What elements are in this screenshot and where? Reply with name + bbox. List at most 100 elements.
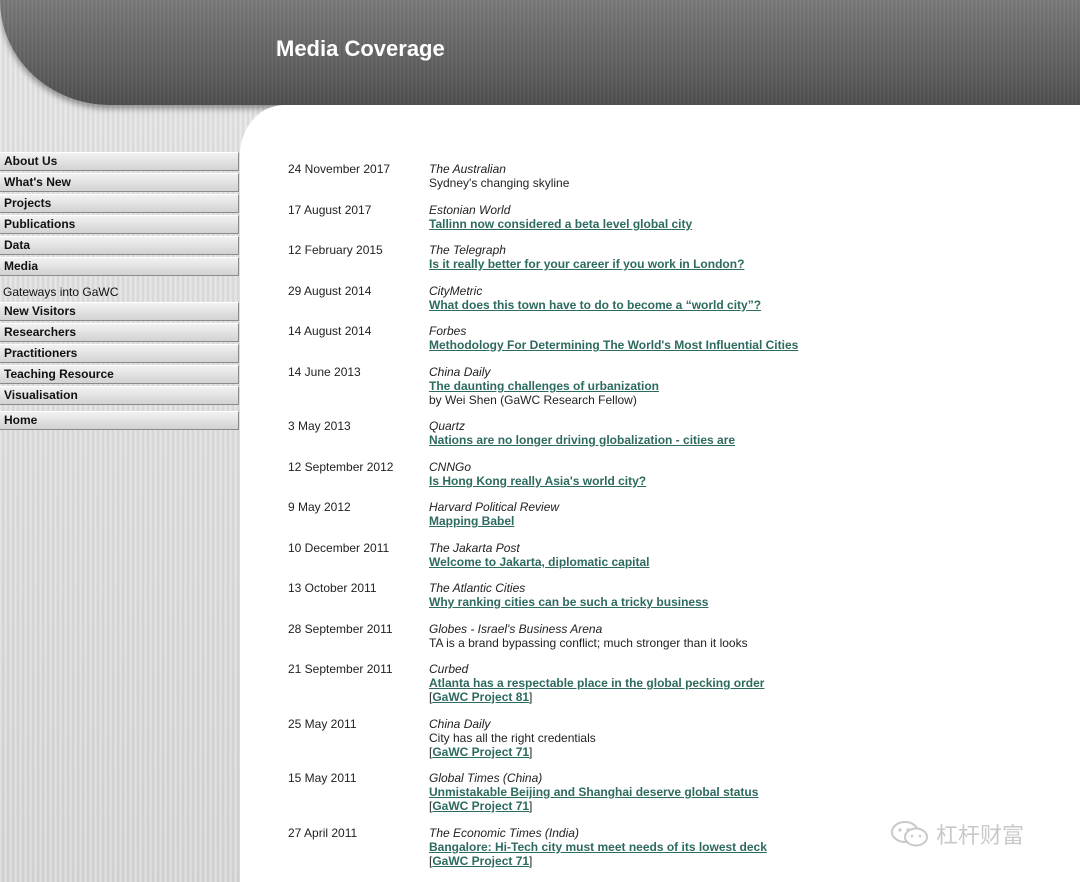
nav-publications[interactable]: Publications [0, 215, 239, 234]
project-reference: [GaWC Project 71] [429, 799, 533, 813]
entry-outlet: China Daily [429, 717, 491, 731]
entry-date: 13 October 2011 [288, 581, 377, 595]
media-coverage-list: 24 November 2017 The Australian Sydney's c… [240, 105, 1080, 882]
entry-date: 25 May 2011 [288, 717, 357, 731]
entry-line: Is it really better for your career if y… [429, 257, 1069, 271]
watermark: 杠杆财富 [890, 818, 1024, 850]
nav-researchers[interactable]: Researchers [0, 323, 239, 342]
nav-new-visitors[interactable]: New Visitors [0, 302, 239, 321]
entry-date: 27 April 2011 [288, 826, 358, 840]
entry-outlet: Forbes [429, 324, 467, 338]
entry-date: 14 June 2013 [288, 365, 361, 379]
article-link[interactable]: Is it really better for your career if y… [429, 257, 744, 271]
entry-info: Globes - Israel's Business Arena TA is a … [429, 622, 1069, 650]
entry-outlet: The Telegraph [429, 243, 506, 257]
project-link[interactable]: GaWC Project 71 [432, 799, 529, 813]
entry-outlet: China Daily [429, 365, 491, 379]
project-link[interactable]: GaWC Project 71 [432, 854, 529, 868]
entry-info: Curbed Atlanta has a respectable place in… [429, 662, 1069, 704]
nav-about-us[interactable]: About Us [0, 152, 239, 171]
nav-whats-new[interactable]: What's New [0, 173, 239, 192]
entry-line: What does this town have to do to become… [429, 298, 1069, 312]
entry-outlet: Globes - Israel's Business Arena [429, 622, 603, 636]
entry-info: Quartz Nations are no longer driving glob… [429, 419, 1069, 447]
article-link[interactable]: Mapping Babel [429, 514, 514, 528]
entry-line: City has all the right credentials [429, 731, 1069, 745]
nav-data[interactable]: Data [0, 236, 239, 255]
nav-visualisation[interactable]: Visualisation [0, 386, 239, 405]
entry-line: Is Hong Kong really Asia's world city? [429, 474, 1069, 488]
article-link[interactable]: Bangalore: Hi-Tech city must meet needs … [429, 840, 767, 854]
entry-line: Atlanta has a respectable place in the g… [429, 676, 1069, 690]
project-link[interactable]: GaWC Project 71 [432, 745, 529, 759]
entry-line: Nations are no longer driving globalizat… [429, 433, 1069, 447]
article-link[interactable]: Methodology For Determining The World's … [429, 338, 798, 352]
entry-info: The Jakarta Post Welcome to Jakarta, dipl… [429, 541, 1069, 569]
entry-line: Tallinn now considered a beta level glob… [429, 217, 1069, 231]
sidebar: About Us What's New Projects Publication… [0, 105, 240, 882]
article-link[interactable]: Is Hong Kong really Asia's world city? [429, 474, 646, 488]
entry-date: 17 August 2017 [288, 203, 372, 217]
nav-projects[interactable]: Projects [0, 194, 239, 213]
entry-date: 14 August 2014 [288, 324, 372, 338]
article-link[interactable]: What does this town have to do to become… [429, 298, 761, 312]
entry-info: The Australian Sydney's changing skyline [429, 162, 1069, 190]
entry-info: Estonian World Tallinn now considered a b… [429, 203, 1069, 231]
entry-line: Mapping Babel [429, 514, 1069, 528]
entry-date: 12 February 2015 [288, 243, 383, 257]
article-link[interactable]: Nations are no longer driving globalizat… [429, 433, 735, 447]
entry-info: Global Times (China) Unmistakable Beijing… [429, 771, 1069, 813]
entry-outlet: The Jakarta Post [429, 541, 520, 555]
nav-media[interactable]: Media [0, 257, 239, 276]
entry-date: 15 May 2011 [288, 771, 357, 785]
gateways-label: Gateways into GaWC [3, 285, 119, 299]
project-reference: [GaWC Project 81] [429, 690, 533, 704]
entry-line: Why ranking cities can be such a tricky … [429, 595, 1069, 609]
entry-line: The daunting challenges of urbanization [429, 379, 1069, 393]
entry-date: 12 September 2012 [288, 460, 394, 474]
article-link[interactable]: Why ranking cities can be such a tricky … [429, 595, 708, 609]
entry-info: The Telegraph Is it really better for you… [429, 243, 1069, 271]
entry-outlet: The Australian [429, 162, 506, 176]
entry-line: Methodology For Determining The World's … [429, 338, 1069, 352]
article-link[interactable]: Welcome to Jakarta, diplomatic capital [429, 555, 650, 569]
entry-info: China Daily The daunting challenges of ur… [429, 365, 1069, 407]
article-description: TA is a brand bypassing conflict; much s… [429, 636, 748, 650]
entry-outlet: CityMetric [429, 284, 483, 298]
nav-home[interactable]: Home [0, 411, 239, 430]
entry-date: 10 December 2011 [288, 541, 390, 555]
entry-date: 28 September 2011 [288, 622, 393, 636]
entry-info: CNNGo Is Hong Kong really Asia's world ci… [429, 460, 1069, 488]
project-reference: [GaWC Project 71] [429, 854, 533, 868]
entry-outlet: Harvard Political Review [429, 500, 560, 514]
article-link[interactable]: Unmistakable Beijing and Shanghai deserv… [429, 785, 758, 799]
entry-line: TA is a brand bypassing conflict; much s… [429, 636, 1069, 650]
entry-info: CityMetric What does this town have to do… [429, 284, 1069, 312]
entry-outlet: Global Times (China) [429, 771, 543, 785]
entry-line: by Wei Shen (GaWC Research Fellow) [429, 393, 1069, 407]
entry-date: 9 May 2012 [288, 500, 351, 514]
entry-info: China Daily City has all the right creden… [429, 717, 1069, 759]
entry-date: 3 May 2013 [288, 419, 351, 433]
gateway-nav: New Visitors Researchers Practitioners T… [0, 302, 239, 407]
project-link[interactable]: GaWC Project 81 [432, 690, 529, 704]
entry-outlet: CNNGo [429, 460, 472, 474]
article-description: City has all the right credentials [429, 731, 596, 745]
page-title: Media Coverage [276, 36, 445, 61]
entry-info: Forbes Methodology For Determining The Wo… [429, 324, 1069, 352]
article-link[interactable]: The daunting challenges of urbanization [429, 379, 659, 393]
page-header: Media Coverage [0, 0, 1080, 105]
nav-practitioners[interactable]: Practitioners [0, 344, 239, 363]
nav-teaching-resource[interactable]: Teaching Resource [0, 365, 239, 384]
article-description: Sydney's changing skyline [429, 176, 570, 190]
article-link[interactable]: Tallinn now considered a beta level glob… [429, 217, 692, 231]
project-reference: [GaWC Project 71] [429, 745, 533, 759]
article-description: by Wei Shen (GaWC Research Fellow) [429, 393, 637, 407]
article-link[interactable]: Atlanta has a respectable place in the g… [429, 676, 764, 690]
entry-info: Harvard Political Review Mapping Babel [429, 500, 1069, 528]
wechat-icon [891, 821, 928, 847]
main-nav: About Us What's New Projects Publication… [0, 152, 239, 278]
entry-date: 21 September 2011 [288, 662, 393, 676]
entry-date: 24 November 2017 [288, 162, 391, 176]
entry-outlet: Quartz [429, 419, 466, 433]
